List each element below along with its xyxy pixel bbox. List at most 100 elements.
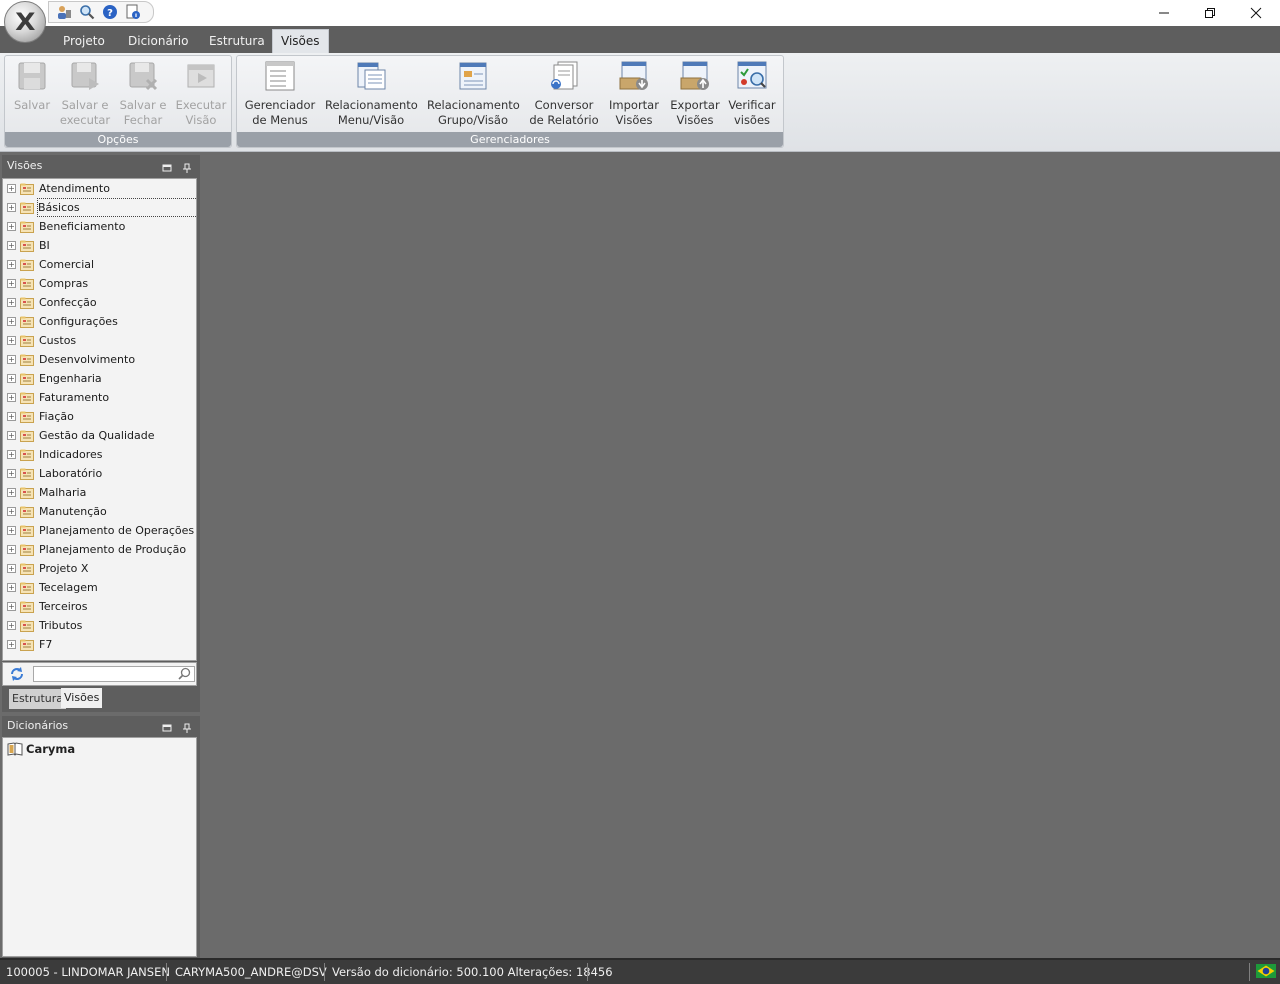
tab-projeto[interactable]: Projeto bbox=[55, 30, 113, 52]
tree-item[interactable]: + F7 bbox=[3, 635, 196, 654]
expand-icon[interactable]: + bbox=[7, 412, 16, 421]
expand-icon[interactable]: + bbox=[7, 507, 16, 516]
expand-icon[interactable]: + bbox=[7, 279, 16, 288]
tab-dicionario[interactable]: Dicionário bbox=[120, 30, 196, 52]
tree-item[interactable]: + Confecção bbox=[3, 293, 196, 312]
tab-visoes[interactable]: Visões bbox=[272, 29, 329, 54]
brazil-flag-icon[interactable] bbox=[1256, 964, 1276, 978]
group-view-relation-button[interactable]: Relacionamento Grupo/Visão bbox=[427, 60, 520, 128]
expand-icon[interactable]: + bbox=[7, 469, 16, 478]
expand-icon[interactable]: + bbox=[7, 431, 16, 440]
tab-estrutura-panel[interactable]: Estrutura bbox=[9, 689, 67, 709]
folder-view-icon bbox=[20, 277, 34, 290]
tree-item[interactable]: + BI bbox=[3, 236, 196, 255]
expand-icon[interactable]: + bbox=[7, 621, 16, 630]
refresh-icon[interactable] bbox=[9, 666, 25, 682]
tab-estrutura[interactable]: Estrutura bbox=[201, 30, 273, 52]
save-close-button[interactable]: Salvar e Fechar bbox=[117, 60, 169, 128]
expand-icon[interactable]: + bbox=[7, 526, 16, 535]
group-view-relation-icon bbox=[457, 60, 489, 92]
expand-icon[interactable]: + bbox=[7, 298, 16, 307]
help-icon[interactable]: ? bbox=[101, 3, 119, 21]
export-views-button[interactable]: Exportar Visões bbox=[667, 60, 723, 128]
tree-item[interactable]: + Planejamento de Operações e Ve bbox=[3, 521, 196, 540]
tree-item[interactable]: + Custos bbox=[3, 331, 196, 350]
tree-item[interactable]: + Faturamento bbox=[3, 388, 196, 407]
expand-icon[interactable]: + bbox=[7, 241, 16, 250]
expand-icon[interactable]: + bbox=[7, 583, 16, 592]
expand-icon[interactable]: + bbox=[7, 203, 16, 212]
import-views-button[interactable]: Importar Visões bbox=[605, 60, 663, 128]
save-button[interactable]: Salvar bbox=[9, 60, 55, 113]
tree-item[interactable]: + Terceiros bbox=[3, 597, 196, 616]
tree-item[interactable]: + Manutenção bbox=[3, 502, 196, 521]
tree-item[interactable]: + Tributos bbox=[3, 616, 196, 635]
tree-item[interactable]: + Planejamento de Produção bbox=[3, 540, 196, 559]
pin-icon[interactable] bbox=[182, 721, 192, 733]
expand-icon[interactable]: + bbox=[7, 222, 16, 231]
expand-icon[interactable]: + bbox=[7, 640, 16, 649]
tree-item[interactable]: + Configurações bbox=[3, 312, 196, 331]
tree-item[interactable]: + Comercial bbox=[3, 255, 196, 274]
expand-icon[interactable]: + bbox=[7, 393, 16, 402]
tree-item-label: Básicos bbox=[37, 198, 196, 217]
status-separator bbox=[1249, 963, 1250, 981]
tree-item[interactable]: + Projeto X bbox=[3, 559, 196, 578]
expand-icon[interactable]: + bbox=[7, 184, 16, 193]
expand-icon[interactable]: + bbox=[7, 374, 16, 383]
tree-item-label: Indicadores bbox=[39, 448, 103, 461]
expand-icon[interactable]: + bbox=[7, 317, 16, 326]
execute-view-button[interactable]: Executar Visão bbox=[175, 60, 227, 128]
expand-icon[interactable]: + bbox=[7, 545, 16, 554]
tree-item-label: Tecelagem bbox=[39, 581, 98, 594]
tree-item[interactable]: + Fiação bbox=[3, 407, 196, 426]
expand-icon[interactable]: + bbox=[7, 355, 16, 364]
minimize-button[interactable] bbox=[1141, 0, 1187, 26]
folder-view-icon bbox=[20, 581, 34, 594]
tree-item[interactable]: + Tecelagem bbox=[3, 578, 196, 597]
menu-view-relation-button[interactable]: Relacionamento Menu/Visão bbox=[325, 60, 418, 128]
tree-item[interactable]: + Laboratório bbox=[3, 464, 196, 483]
verify-views-button[interactable]: Verificar visões bbox=[727, 60, 777, 128]
tree-item[interactable]: + Básicos bbox=[3, 198, 196, 217]
pin-icon[interactable] bbox=[182, 161, 192, 173]
expand-icon[interactable]: + bbox=[7, 336, 16, 345]
expand-icon[interactable]: + bbox=[7, 260, 16, 269]
maximize-panel-icon[interactable] bbox=[162, 161, 172, 172]
app-logo-icon: X bbox=[14, 8, 36, 36]
tree-item-label: Configurações bbox=[39, 315, 118, 328]
tree-item[interactable]: + Gestão da Qualidade bbox=[3, 426, 196, 445]
application-menu-button[interactable]: X bbox=[4, 1, 46, 43]
status-bar: 100005 - LINDOMAR JANSEN CARYMA500_ANDRE… bbox=[0, 958, 1280, 984]
save-execute-button[interactable]: Salvar e executar bbox=[59, 60, 111, 128]
search-icon[interactable] bbox=[178, 667, 191, 680]
tree-item[interactable]: + Malharia bbox=[3, 483, 196, 502]
search-input[interactable] bbox=[33, 666, 195, 682]
tree-item[interactable]: + Atendimento bbox=[3, 179, 196, 198]
close-button[interactable] bbox=[1233, 0, 1279, 26]
expand-icon[interactable]: + bbox=[7, 488, 16, 497]
tab-visoes-panel[interactable]: Visões bbox=[61, 688, 103, 708]
tree-item-label: Planejamento de Operações e Ve bbox=[39, 524, 196, 537]
tree-item-label: Compras bbox=[39, 277, 89, 290]
tree-item[interactable]: + Beneficiamento bbox=[3, 217, 196, 236]
report-converter-button[interactable]: Conversor de Relatório bbox=[529, 60, 599, 128]
tree-item-label: Comercial bbox=[39, 258, 95, 271]
expand-icon[interactable]: + bbox=[7, 450, 16, 459]
tree-item[interactable]: + Engenharia bbox=[3, 369, 196, 388]
expand-icon[interactable]: + bbox=[7, 602, 16, 611]
zoom-icon[interactable] bbox=[78, 3, 96, 21]
maximize-panel-icon[interactable] bbox=[162, 721, 172, 732]
expand-icon[interactable]: + bbox=[7, 564, 16, 573]
document-info-icon[interactable] bbox=[124, 3, 142, 21]
tree-item[interactable]: + Indicadores bbox=[3, 445, 196, 464]
menu-manager-button[interactable]: Gerenciador de Menus bbox=[243, 60, 317, 128]
user-config-icon[interactable] bbox=[55, 3, 73, 21]
dicionarios-panel-title: Dicionários bbox=[7, 719, 69, 732]
tree-item[interactable]: + Compras bbox=[3, 274, 196, 293]
folder-view-icon bbox=[20, 372, 34, 385]
folder-view-icon bbox=[20, 182, 34, 195]
tree-item[interactable]: + Desenvolvimento bbox=[3, 350, 196, 369]
restore-button[interactable] bbox=[1187, 0, 1233, 26]
status-separator bbox=[324, 963, 325, 981]
